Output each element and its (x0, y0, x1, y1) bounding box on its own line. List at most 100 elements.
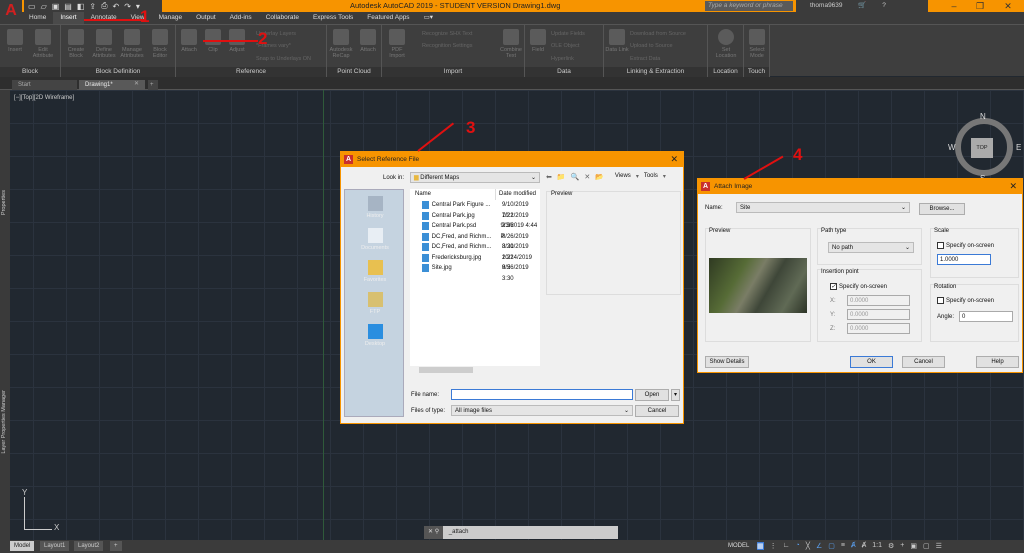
file-row[interactable]: Site.jpg 8/26/2019 3:30 (410, 263, 540, 282)
field-button[interactable]: Field (525, 29, 551, 53)
y-input[interactable]: 0.0000 (847, 309, 910, 320)
name-dropdown[interactable]: Site ⌄ (736, 202, 910, 213)
download-from-source[interactable]: Download from Source (630, 31, 686, 37)
add-layout-button[interactable]: + (110, 541, 122, 551)
restore-button[interactable]: ❐ (966, 0, 994, 12)
up-folder-icon[interactable]: 📁 (557, 173, 566, 181)
close-button[interactable]: ✕ (670, 152, 678, 167)
ok-button[interactable]: OK (850, 356, 893, 368)
undo-icon[interactable]: ↶ (113, 2, 120, 11)
search-input[interactable]: Type a keyword or phrase (705, 1, 793, 11)
autodesk-recap-button[interactable]: Autodesk ReCap (328, 29, 354, 59)
osnap-tracking-icon[interactable]: ∠ (816, 542, 822, 550)
open-button[interactable]: Open (635, 389, 669, 401)
point-cloud-attach-button[interactable]: Attach (355, 29, 381, 53)
tab-collaborate[interactable]: Collaborate (259, 12, 306, 24)
column-date-modified[interactable]: Date modified (495, 189, 536, 200)
column-name[interactable]: Name (410, 189, 495, 200)
web-mobile-icon[interactable]: ◧ (77, 2, 85, 11)
close-tab-icon[interactable]: ✕ (134, 80, 139, 87)
select-mode-button[interactable]: Select Mode (744, 29, 770, 59)
polar-icon[interactable]: ◔ (795, 542, 799, 550)
horizontal-scrollbar[interactable] (410, 366, 540, 374)
compass-east[interactable]: E (1016, 143, 1021, 152)
tab-layout2[interactable]: Layout2 (74, 541, 104, 551)
tab-annotate[interactable]: Annotate (84, 12, 124, 24)
path-type-dropdown[interactable]: No path ⌄ (828, 242, 914, 253)
panel-label[interactable]: Block Definition (61, 67, 175, 77)
save-icon[interactable]: ▣ (52, 2, 60, 11)
edit-attribute-button[interactable]: Edit Attribute (30, 29, 56, 59)
file-row[interactable]: Central Park.jpg 7/22/2019 2:36 (410, 211, 540, 229)
command-close-icon[interactable]: ✕ ⚲ (424, 526, 444, 539)
manage-attributes-button[interactable]: Manage Attributes (119, 29, 145, 59)
cancel-button[interactable]: Cancel (902, 356, 945, 368)
ribbon-options-icon[interactable]: ▭▾ (417, 12, 440, 24)
properties-palette[interactable]: Properties (1, 190, 7, 215)
file-row[interactable]: Central Park Figure ... 9/10/2019 10:1 (410, 200, 540, 219)
minimize-button[interactable]: – (940, 0, 968, 12)
place-history[interactable]: History (345, 196, 405, 219)
x-input[interactable]: 0.0000 (847, 295, 910, 306)
new-tab-button[interactable]: + (148, 80, 158, 90)
open-icon[interactable]: ▱ (41, 2, 47, 11)
viewport-controls[interactable]: [−][Top][2D Wireframe] (14, 95, 74, 101)
tools-dropdown-icon[interactable]: ▾ (663, 173, 666, 181)
scrollbar-thumb[interactable] (419, 367, 473, 373)
tab-model[interactable]: Model (10, 541, 35, 551)
show-details-button[interactable]: Show Details (705, 356, 749, 368)
place-ftp[interactable]: FTP (345, 292, 405, 315)
angle-input[interactable]: 0 (959, 311, 1013, 322)
update-fields[interactable]: Update Fields (551, 31, 585, 37)
upload-to-source[interactable]: Upload to Source (630, 43, 673, 49)
place-desktop[interactable]: Desktop (345, 324, 405, 347)
new-folder-icon[interactable]: 📂 (595, 173, 604, 181)
file-row[interactable]: Central Park.psd 9/3/2019 4:44 P (410, 221, 540, 240)
auto-scale-icon[interactable]: Ⱥ (862, 542, 867, 550)
tab-output[interactable]: Output (189, 12, 223, 24)
share-icon[interactable]: ⇪ (89, 2, 96, 11)
recognition-settings[interactable]: Recognition Settings (422, 43, 472, 49)
plot-icon[interactable]: ⎙ (101, 1, 107, 11)
clean-screen-icon[interactable]: ▢ (923, 542, 930, 550)
data-link-button[interactable]: Data Link (604, 29, 630, 53)
tab-featured-apps[interactable]: Featured Apps (360, 12, 416, 24)
save-as-icon[interactable]: ▤ (64, 2, 72, 11)
customize-menu-icon[interactable]: ☰ (936, 542, 942, 550)
place-favorites[interactable]: Favorites (345, 260, 405, 283)
file-row[interactable]: DC,Fred, and Richm... 8/26/2019 3:21 (410, 232, 540, 250)
annotation-scale[interactable]: 1:1 (872, 542, 882, 550)
command-input[interactable]: _attach (449, 529, 469, 535)
lineweight-icon[interactable]: ≡ (841, 542, 845, 550)
tab-insert[interactable]: Insert (53, 12, 84, 24)
insertion-specify-checkbox[interactable]: ✓ Specify on-screen (830, 283, 887, 290)
user-account[interactable]: thoma9639 🛒 ? (796, 0, 928, 12)
close-button[interactable]: ✕ (1009, 179, 1017, 194)
place-documents[interactable]: Documents (345, 228, 405, 251)
search-web-icon[interactable]: 🔍 (571, 173, 580, 181)
tab-add-ins[interactable]: Add-ins (223, 12, 259, 24)
combine-text-button[interactable]: Combine Text (498, 29, 524, 59)
rotation-specify-checkbox[interactable]: Specify on-screen (937, 297, 994, 304)
ortho-icon[interactable]: ∟ (783, 542, 790, 550)
extract-data[interactable]: Extract Data (630, 56, 660, 62)
help-icon[interactable]: ? (882, 2, 886, 9)
file-name-input[interactable] (451, 389, 633, 400)
views-menu[interactable]: Views (615, 173, 631, 181)
tab-manage[interactable]: Manage (152, 12, 190, 24)
layer-properties-palette[interactable]: Layer Properties Manager (1, 390, 7, 454)
command-line[interactable]: ✕ ⚲ _attach (424, 526, 618, 539)
attach-button[interactable]: Attach (176, 29, 202, 53)
set-location-button[interactable]: Set Location (713, 29, 739, 59)
annotation-monitor-icon[interactable]: + (900, 542, 904, 550)
cart-icon[interactable]: 🛒 (858, 2, 866, 9)
units-icon[interactable]: ▣ (910, 542, 917, 550)
workspace-gear-icon[interactable]: ⚙ (888, 542, 894, 550)
snap-icon[interactable]: ⋮ (770, 542, 777, 550)
hyperlink[interactable]: Hyperlink (551, 56, 574, 62)
insert-button[interactable]: Insert (2, 29, 28, 53)
viewcube-top-face[interactable]: TOP (971, 138, 993, 158)
views-dropdown-icon[interactable]: ▾ (636, 173, 639, 181)
redo-icon[interactable]: ↷ (124, 2, 131, 11)
browse-button[interactable]: Browse... (919, 203, 965, 215)
